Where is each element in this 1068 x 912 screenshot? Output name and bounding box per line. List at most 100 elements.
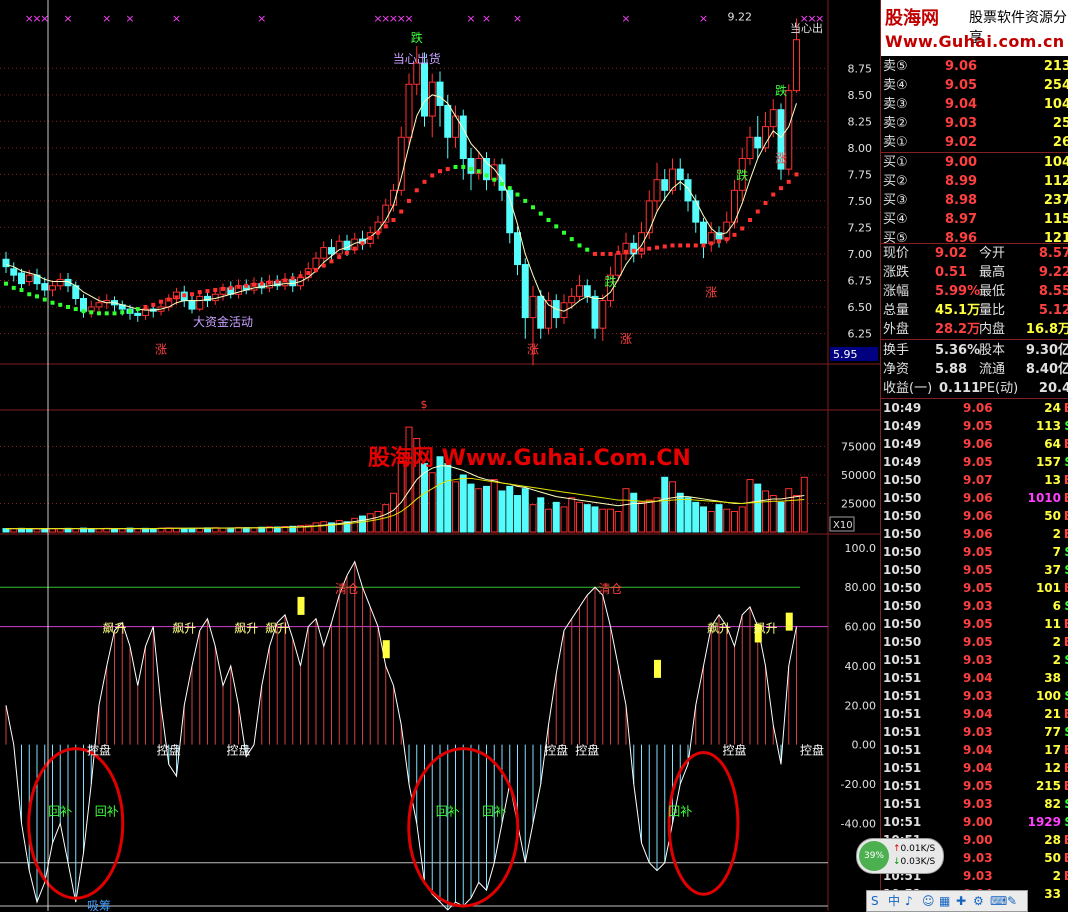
- tick-row[interactable]: 10:49 9.06 24B: [881, 399, 1068, 417]
- tick-row[interactable]: 10:50 9.06 2B: [881, 525, 1068, 543]
- volume-bar[interactable]: [785, 488, 793, 533]
- candle[interactable]: [700, 221, 707, 244]
- candle[interactable]: [196, 295, 204, 310]
- tick-row[interactable]: 10:51 9.04 12B: [881, 759, 1068, 777]
- volume-bar[interactable]: [25, 528, 33, 533]
- stat-row[interactable]: 净资 5.88 流通 8.40亿: [881, 361, 1068, 379]
- ime-tool-icon[interactable]: ✎: [1007, 891, 1017, 911]
- stat-row[interactable]: 现价 9.02 今开 8.57: [881, 245, 1068, 263]
- candle[interactable]: [614, 253, 622, 276]
- volume-bar[interactable]: [576, 501, 583, 533]
- volume-bar[interactable]: [49, 528, 56, 533]
- volume-bar[interactable]: [645, 499, 653, 533]
- tick-row[interactable]: 10:51 9.04 21B: [881, 705, 1068, 723]
- volume-bar[interactable]: [397, 460, 405, 533]
- stat-row[interactable]: 收益(一) 0.111 PE(动) 20.4: [881, 380, 1068, 398]
- stat-row[interactable]: 外盘 28.2万 内盘 16.8万: [881, 321, 1068, 339]
- tick-row[interactable]: 10:51 9.03 2S: [881, 651, 1068, 669]
- volume-bar[interactable]: [2, 528, 10, 533]
- candle[interactable]: [793, 39, 800, 92]
- candle[interactable]: [41, 283, 49, 291]
- volume-bar[interactable]: [715, 504, 723, 533]
- volume-bar[interactable]: [514, 495, 521, 533]
- ime-tool-icon[interactable]: 中: [888, 891, 900, 911]
- candle[interactable]: [320, 247, 328, 259]
- candle[interactable]: [56, 278, 64, 287]
- ask-row[interactable]: 卖① 9.02 26: [881, 134, 1068, 152]
- volume-bar[interactable]: [149, 528, 157, 533]
- volume-bar[interactable]: [800, 476, 808, 533]
- volume-bar[interactable]: [421, 463, 428, 533]
- bid-row[interactable]: 买③ 8.98 237: [881, 192, 1068, 210]
- volume-bar[interactable]: [762, 490, 769, 533]
- volume-bar[interactable]: [669, 481, 676, 533]
- tick-row[interactable]: 10:49 9.05 113S: [881, 417, 1068, 435]
- candle[interactable]: [95, 302, 103, 308]
- volume-bar[interactable]: [118, 528, 126, 533]
- candle[interactable]: [669, 168, 676, 191]
- tick-row[interactable]: 10:51 9.04 17B: [881, 741, 1068, 759]
- volume-bar[interactable]: [661, 476, 669, 533]
- volume-bar[interactable]: [10, 528, 18, 533]
- candle[interactable]: [769, 109, 777, 128]
- candle[interactable]: [537, 295, 545, 329]
- candle[interactable]: [436, 81, 444, 106]
- volume-bar[interactable]: [614, 510, 622, 533]
- candle[interactable]: [428, 81, 436, 117]
- volume-bar[interactable]: [490, 479, 498, 533]
- bid-row[interactable]: 买② 8.99 112: [881, 173, 1068, 191]
- ask-row[interactable]: 卖③ 9.04 104: [881, 96, 1068, 114]
- stat-row[interactable]: 涨跌 0.51 最高 9.22: [881, 264, 1068, 282]
- tick-row[interactable]: 10:51 9.00 1929S: [881, 813, 1068, 831]
- volume-bar[interactable]: [56, 528, 64, 533]
- volume-bar[interactable]: [33, 528, 41, 533]
- candle[interactable]: [188, 300, 196, 310]
- candle[interactable]: [10, 268, 18, 276]
- ask-row[interactable]: 卖② 9.03 25: [881, 115, 1068, 133]
- candle[interactable]: [328, 247, 335, 255]
- candle[interactable]: [529, 295, 537, 319]
- volume-bar[interactable]: [72, 528, 80, 533]
- volume-bar[interactable]: [529, 504, 537, 533]
- volume-bar[interactable]: [653, 497, 661, 533]
- tick-row[interactable]: 10:50 9.05 11B: [881, 615, 1068, 633]
- volume-bar[interactable]: [444, 463, 452, 533]
- tick-row[interactable]: 10:50 9.06 50B: [881, 507, 1068, 525]
- volume-bar[interactable]: [87, 528, 95, 533]
- stat-row[interactable]: 换手 5.36% 股本 9.30亿: [881, 342, 1068, 360]
- volume-bar[interactable]: [731, 510, 738, 533]
- volume-bar[interactable]: [622, 488, 630, 533]
- volume-bar[interactable]: [537, 497, 545, 533]
- tick-row[interactable]: 10:49 9.06 64B: [881, 435, 1068, 453]
- volume-bar[interactable]: [568, 497, 576, 533]
- candle[interactable]: [583, 285, 591, 297]
- candle[interactable]: [754, 136, 762, 149]
- volume-bar[interactable]: [599, 508, 607, 533]
- volume-bar[interactable]: [630, 492, 638, 533]
- ime-tool-icon[interactable]: ☺: [922, 891, 935, 911]
- site-logo[interactable]: 股海网 股票软件资源分享 Www.Guhai.com.cn: [881, 0, 1068, 56]
- candle[interactable]: [397, 136, 405, 191]
- volume-bar[interactable]: [684, 497, 692, 533]
- stat-row[interactable]: 总量 45.1万 量比 5.12: [881, 302, 1068, 320]
- ask-row[interactable]: 卖⑤ 9.06 213: [881, 58, 1068, 76]
- tick-row[interactable]: 10:50 9.05 2B: [881, 633, 1068, 651]
- candle[interactable]: [653, 179, 661, 202]
- network-speed-widget[interactable]: 39% ↑0.01K/S ↓0.03K/S: [856, 838, 944, 874]
- volume-bar[interactable]: [374, 510, 382, 533]
- volume-bar[interactable]: [591, 506, 599, 533]
- candle[interactable]: [459, 115, 467, 159]
- candle[interactable]: [521, 264, 529, 319]
- volume-bar[interactable]: [777, 501, 785, 533]
- candle[interactable]: [506, 189, 514, 234]
- volume-bar[interactable]: [359, 515, 366, 533]
- volume-bar[interactable]: [351, 517, 359, 533]
- stat-row[interactable]: 涨幅 5.99% 最低 8.55: [881, 283, 1068, 301]
- volume-bar[interactable]: [700, 506, 707, 533]
- volume-bar[interactable]: [552, 501, 560, 533]
- candle[interactable]: [514, 232, 521, 266]
- ime-tool-icon[interactable]: S: [871, 891, 879, 911]
- ime-toolbar[interactable]: S 中 ♪ ☺ ▦ ✚ ⚙ ⌨ ✎: [866, 890, 1028, 912]
- ime-tool-icon[interactable]: ♪: [905, 891, 913, 911]
- volume-bar[interactable]: [188, 527, 196, 533]
